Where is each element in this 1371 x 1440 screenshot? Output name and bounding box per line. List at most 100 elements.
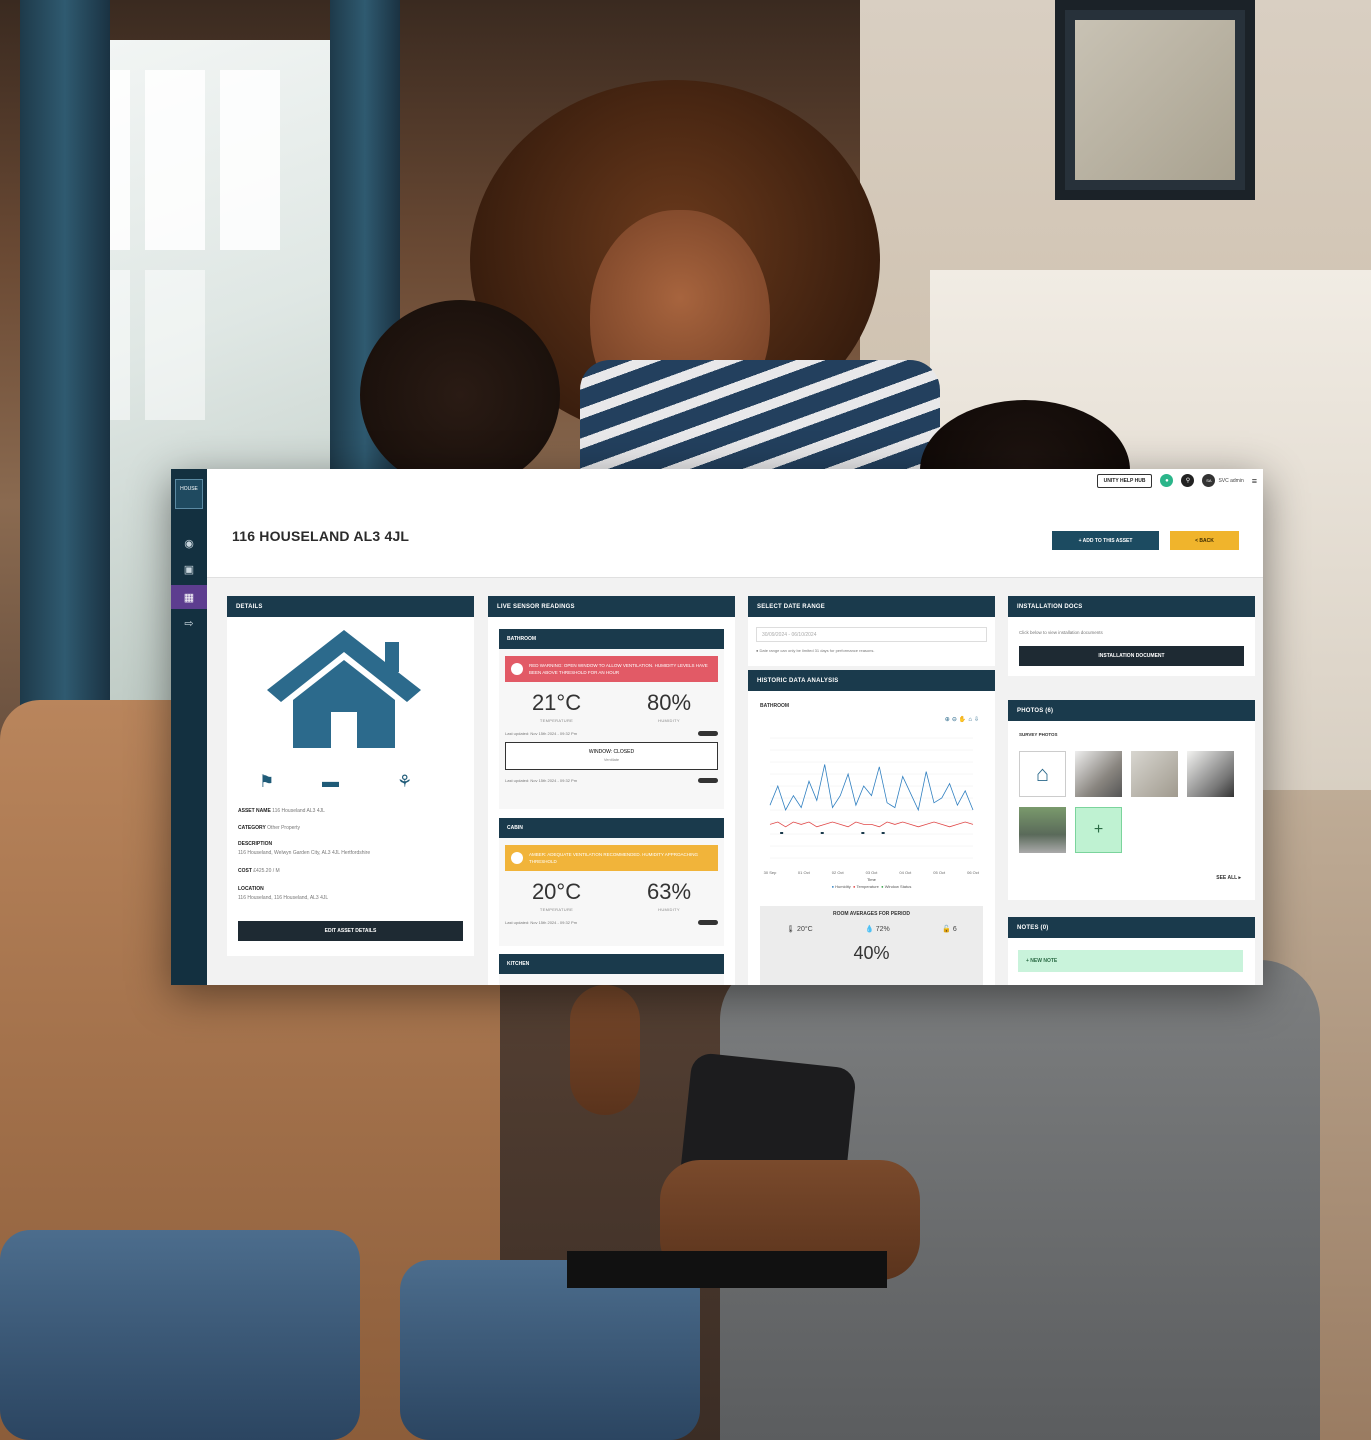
add-photo-button[interactable]: + [1075, 807, 1122, 853]
chart-room: BATHROOM [760, 703, 790, 709]
camera-icon[interactable]: ◉ [171, 531, 207, 555]
details-column: DETAILS ⚑ ▬ ⚘ ASSET NAME 116 Houseland A… [227, 596, 474, 985]
photo-thumbnail[interactable] [1019, 807, 1066, 853]
app-window: HOUSE ◉ ▣ ▦ ⇨ UNITY HELP HUB ● ⚲ SA SVC … [171, 469, 1263, 985]
photo-thumbnail[interactable] [1075, 751, 1122, 797]
humidity-value: 63% [646, 879, 692, 904]
x-tick-label: 03 Oct [866, 870, 879, 875]
temperature-value: 20°C [531, 879, 582, 904]
survey-photos-label: SURVEY PHOTOS [1019, 732, 1058, 737]
temperature-label: TEMPERATURE [539, 718, 574, 723]
add-to-asset-button[interactable]: + ADD TO THIS ASSET [1052, 531, 1159, 550]
docs-card: INSTALLATION DOCS Click below to view in… [1008, 596, 1255, 676]
back-button[interactable]: < BACK [1170, 531, 1239, 550]
window-status-marker [820, 832, 824, 834]
avg-temperature: 🌡 20°C [786, 926, 813, 933]
see-all-link[interactable]: SEE ALL ▸ [1216, 875, 1241, 881]
jeans [0, 1230, 360, 1440]
x-tick-label: 30 Sep [764, 870, 777, 875]
date-range-heading: SELECT DATE RANGE [748, 596, 995, 617]
docs-text: Click below to view installation documen… [1019, 630, 1103, 635]
analysis-column: SELECT DATE RANGE 30/09/2024 - 06/10/202… [748, 596, 995, 985]
wall-picture [1055, 0, 1255, 200]
help-hub-button[interactable]: UNITY HELP HUB [1096, 473, 1153, 488]
last-updated: Last updated: Nov 15th 2024 - 09:32 Pm [505, 920, 578, 925]
x-axis-label: Time [867, 877, 877, 882]
temperature-value: 21°C [531, 690, 582, 715]
photo-thumbnail[interactable]: ⌂ [1019, 751, 1066, 797]
historic-heading: HISTORIC DATA ANALYSIS [748, 670, 995, 691]
details-heading: DETAILS [227, 596, 474, 617]
photos-card: PHOTOS (6) SURVEY PHOTOS ⌂ + SEE ALL ▸ [1008, 700, 1255, 900]
side-column: INSTALLATION DOCS Click below to view in… [1008, 596, 1255, 985]
date-range-card: SELECT DATE RANGE 30/09/2024 - 06/10/202… [748, 596, 995, 666]
x-tick-label: 01 Oct [798, 870, 811, 875]
chart-legend: ● Humidity ● Temperature ● Window Status [831, 884, 912, 889]
docs-heading: INSTALLATION DOCS [1008, 596, 1255, 617]
striped-shirt [580, 360, 940, 470]
room-name: CABIN [499, 818, 724, 838]
asset-name-row: ASSET NAME 116 Houseland AL3 4JL [238, 808, 325, 814]
edit-asset-details-button[interactable]: EDIT ASSET DETAILS [238, 921, 463, 941]
box-icon[interactable]: ▣ [171, 557, 207, 581]
room-averages: ROOM AVERAGES FOR PERIOD 🌡 20°C 💧 72% 🔓 … [760, 906, 983, 985]
amber-alert: AMBER: ADEQUATE VENTILATION RECOMMENDED.… [505, 845, 718, 871]
app-logo[interactable]: HOUSE [175, 479, 203, 509]
humidity-label: HUMIDITY [658, 907, 680, 912]
avg-window: 🔓 6 [942, 926, 957, 933]
pan-icon[interactable]: ✋ [959, 717, 968, 723]
live-column: LIVE SENSOR READINGS BATHROOM RED WARNIN… [488, 596, 735, 985]
legend-temperature: Temperature [856, 884, 879, 889]
sidebar: HOUSE ◉ ▣ ▦ ⇨ [171, 469, 207, 985]
historic-chart: 30 Sep 01 Oct 02 Oct 03 Oct 04 Oct 05 Oct 06 O… [764, 737, 980, 882]
child-hand [570, 985, 640, 1115]
kitchen-icon: ⚘ [397, 772, 413, 791]
legend-humidity: Humidity [835, 884, 851, 889]
zoom-out-icon[interactable]: ⊖ [952, 717, 959, 723]
humidity-label: HUMIDITY [658, 718, 680, 723]
photo-thumbnail[interactable] [1187, 751, 1234, 797]
alert-toggle[interactable] [698, 920, 718, 925]
description-label: DESCRIPTION [238, 841, 273, 847]
room-cabin: CABIN AMBER: ADEQUATE VENTILATION RECOMM… [499, 818, 724, 946]
date-range-input[interactable]: 30/09/2024 - 06/10/2024 [756, 627, 987, 642]
window-toggle[interactable] [698, 778, 718, 783]
temperature-label: TEMPERATURE [539, 907, 574, 912]
details-card: DETAILS ⚑ ▬ ⚘ ASSET NAME 116 Houseland A… [227, 596, 474, 956]
red-warning-alert: RED WARNING: OPEN WINDOW TO ALLOW VENTIL… [505, 656, 718, 682]
warning-icon [511, 663, 523, 675]
photo-thumbnail[interactable] [1131, 751, 1178, 797]
live-heading: LIVE SENSOR READINGS [488, 596, 735, 617]
x-tick-label: 06 Oct [967, 870, 980, 875]
x-tick-label: 02 Oct [832, 870, 845, 875]
building-icon[interactable]: ▦ [171, 585, 207, 609]
curtain-left [20, 0, 110, 760]
download-icon[interactable]: ⇩ [974, 717, 981, 723]
date-range-note: ● Date range can only be limited 31 days… [756, 648, 875, 653]
hamburger-icon[interactable]: ≡ [1252, 476, 1257, 486]
window-status-marker [881, 832, 885, 834]
location-value: 116 Houseland, 116 Houseland, AL3 4JL [238, 895, 329, 901]
last-updated: Last updated: Nov 15th 2024 - 09:32 Pm [505, 731, 578, 736]
page-header: 116 HOUSELAND AL3 4JL + ADD TO THIS ASSE… [207, 492, 1263, 578]
installation-document-button[interactable]: INSTALLATION DOCUMENT [1019, 646, 1244, 666]
logout-icon[interactable]: ⇨ [171, 611, 207, 635]
series-line-humidity [769, 764, 974, 812]
chart-toolbar: ⊕⊖✋⌂⇩ [945, 716, 981, 723]
room-kitchen: KITCHEN [499, 954, 724, 985]
category-row: CATEGORY Other Property [238, 825, 300, 831]
avatar: SA [1202, 474, 1216, 487]
user-menu[interactable]: SA SVC admin [1202, 474, 1244, 487]
alert-toggle[interactable] [698, 731, 718, 736]
x-tick-label: 05 Oct [933, 870, 946, 875]
girl-hair [360, 300, 560, 490]
window-status-marker [861, 832, 865, 834]
window-status-marker [780, 832, 784, 834]
search-icon[interactable]: ⚲ [1181, 474, 1195, 487]
zoom-in-icon[interactable]: ⊕ [945, 717, 952, 723]
status-icon[interactable]: ● [1160, 474, 1174, 487]
description-value: 116 Houseland, Welwyn Garden City, AL3 4… [238, 850, 371, 856]
avg-humidity: 💧 72% [865, 926, 890, 933]
window-status: WINDOW: CLOSED Ventilate [505, 742, 718, 770]
new-note-button[interactable]: + NEW NOTE [1018, 950, 1243, 972]
